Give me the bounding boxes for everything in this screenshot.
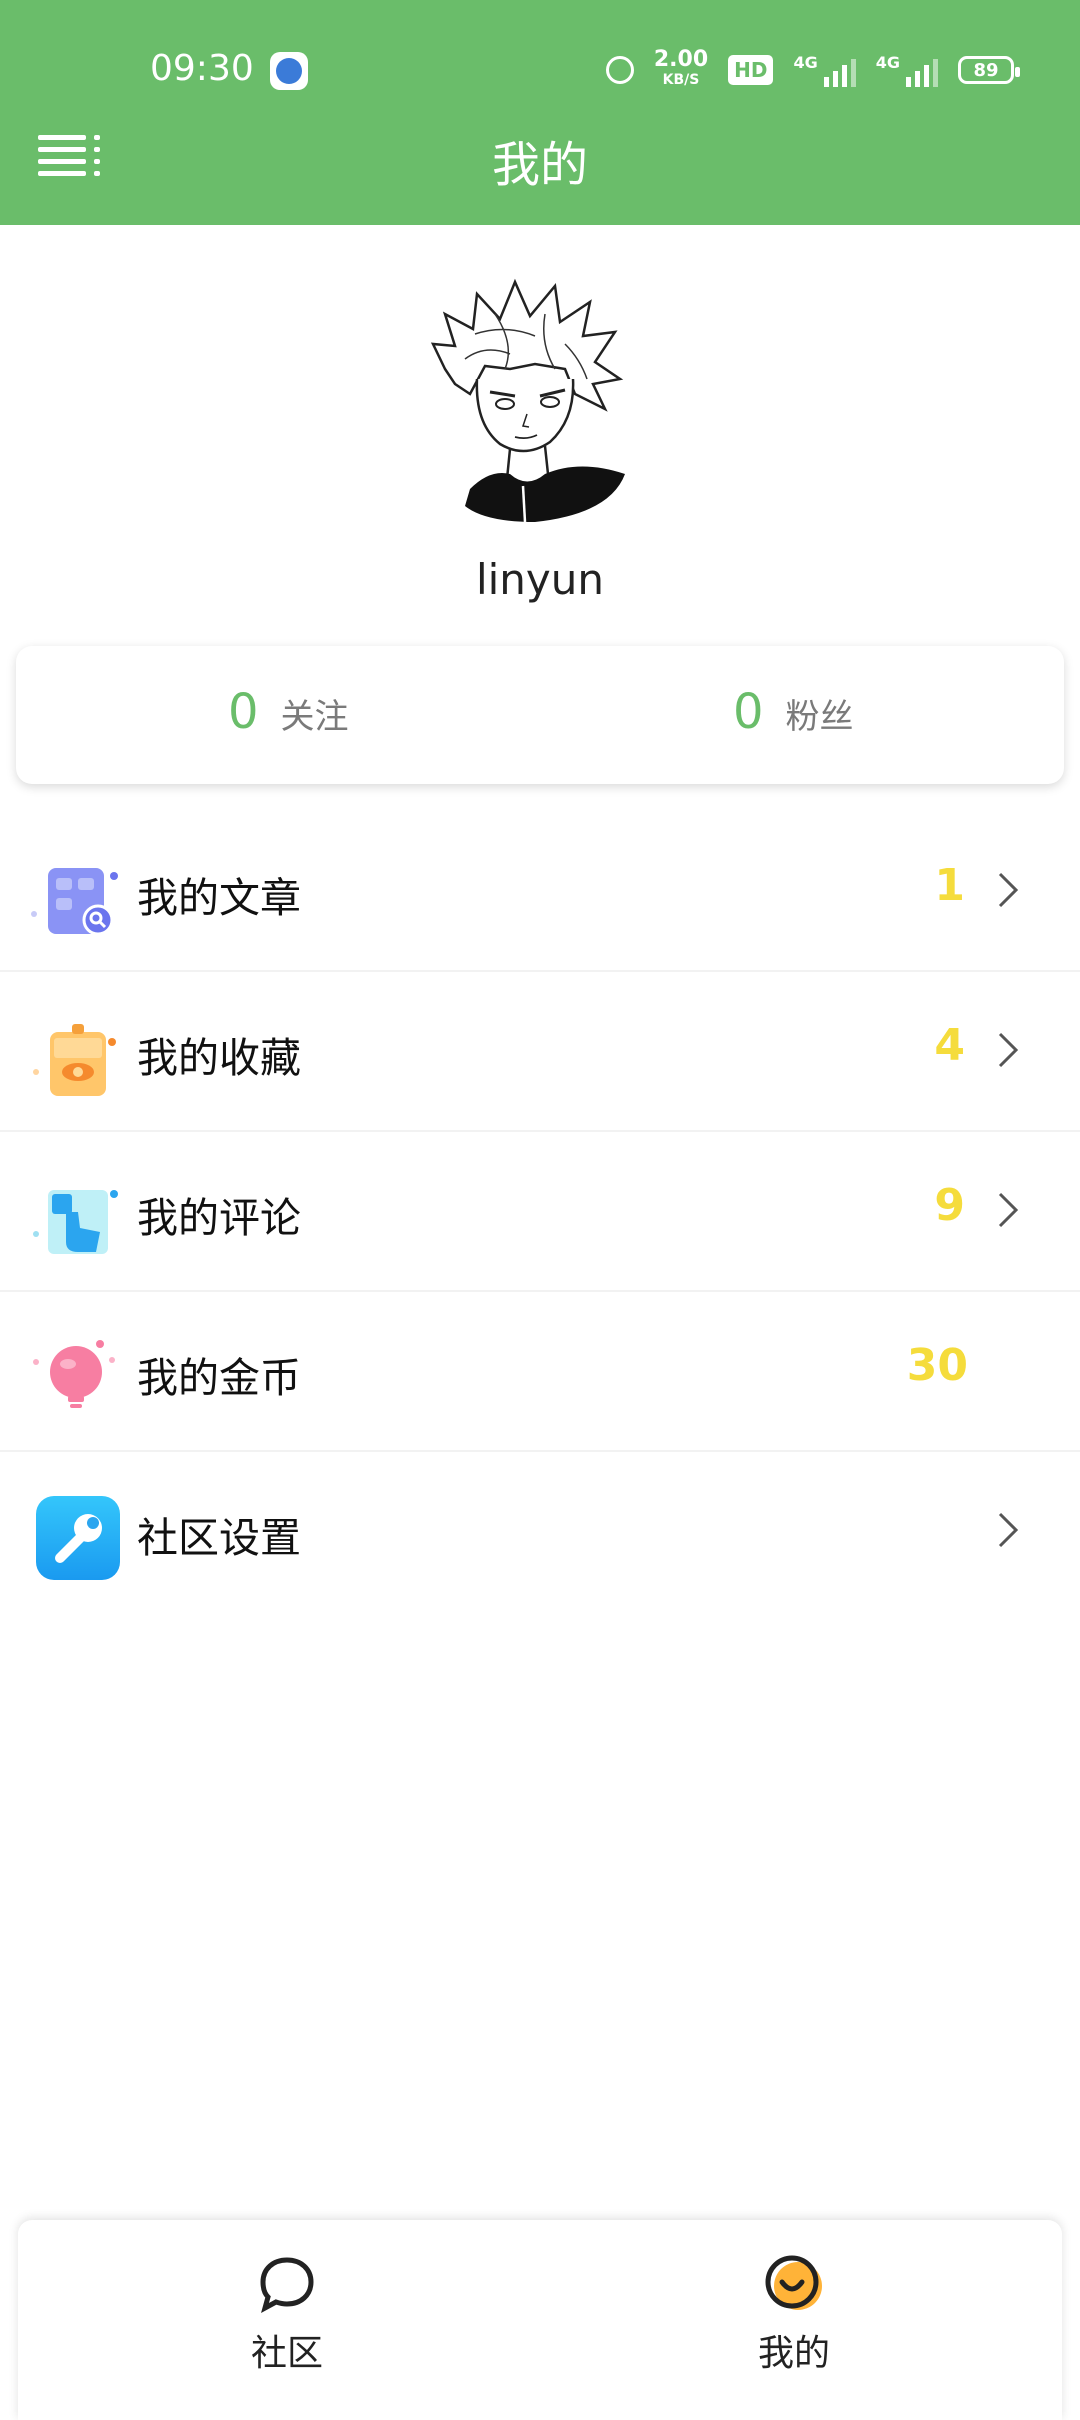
follow-stats-card: 0 关注 0 粉丝	[16, 646, 1064, 784]
network-speed-value: 2.00	[653, 47, 709, 72]
menu-count: 4	[934, 1020, 965, 1071]
coins-icon	[33, 1340, 115, 1408]
alarm-icon	[605, 56, 634, 84]
nav-tab-mine[interactable]: 我的	[694, 2254, 894, 2376]
baidu-app-icon	[270, 52, 308, 90]
username: linyun	[475, 555, 605, 604]
top-app-bar: 09:30 2.00 KB/S HD 4G 4G 89 我的	[0, 0, 1080, 225]
signal-2-label: 4G	[875, 53, 900, 72]
smiley-icon	[765, 2255, 822, 2310]
battery-icon: 89	[958, 56, 1020, 84]
comments-icon	[33, 1190, 118, 1254]
menu-label: 我的文章	[137, 874, 301, 922]
signal-icon-1: 4G	[793, 53, 856, 87]
profile-menu-list: 我的文章 1 我的收藏 4 我的评论 9 我的金币 30 社区设置	[0, 812, 1080, 1610]
nav-tab-community[interactable]: 社区	[187, 2254, 387, 2376]
menu-item-my-favorites[interactable]: 我的收藏 4	[0, 972, 1080, 1132]
menu-item-my-comments[interactable]: 我的评论 9	[0, 1132, 1080, 1292]
avatar[interactable]	[415, 274, 635, 524]
bottom-navigation: 社区 我的	[18, 2220, 1062, 2420]
signal-1-label: 4G	[793, 53, 818, 72]
followers-count: 0	[733, 684, 764, 740]
status-icons: 2.00 KB/S HD 4G 4G 89	[605, 47, 1020, 90]
battery-level: 89	[973, 59, 999, 81]
chevron-right-icon	[998, 1032, 1019, 1068]
status-time: 09:30	[150, 48, 254, 89]
chevron-right-icon	[998, 1192, 1019, 1228]
menu-label: 我的收藏	[137, 1034, 301, 1082]
menu-item-my-articles[interactable]: 我的文章 1	[0, 812, 1080, 972]
settings-icon	[36, 1496, 120, 1580]
chat-bubble-icon	[260, 2257, 314, 2314]
network-speed: 2.00 KB/S	[653, 47, 709, 90]
menu-item-community-settings[interactable]: 社区设置	[0, 1452, 1080, 1610]
menu-count: 30	[906, 1340, 968, 1391]
signal-icon-2: 4G	[876, 53, 938, 87]
followers-label: 粉丝	[785, 697, 854, 737]
menu-count: 1	[934, 860, 965, 911]
following-stat[interactable]: 0 关注	[228, 684, 349, 740]
menu-count: 9	[934, 1180, 965, 1231]
nav-label-community: 社区	[250, 2333, 323, 2374]
following-count: 0	[228, 684, 259, 740]
chevron-right-icon	[998, 872, 1019, 908]
following-label: 关注	[280, 697, 349, 737]
menu-label: 我的金币	[137, 1354, 301, 1402]
page-title: 我的	[491, 137, 588, 193]
favorites-icon	[33, 1024, 116, 1096]
followers-stat[interactable]: 0 粉丝	[733, 684, 854, 740]
nav-label-mine: 我的	[757, 2333, 830, 2374]
hd-badge: HD	[728, 55, 774, 85]
menu-item-my-coins[interactable]: 我的金币 30	[0, 1292, 1080, 1452]
network-speed-unit: KB/S	[662, 72, 700, 88]
chevron-right-icon	[998, 1512, 1019, 1548]
articles-icon	[31, 868, 118, 936]
menu-label: 我的评论	[137, 1194, 301, 1242]
menu-label: 社区设置	[137, 1514, 301, 1562]
